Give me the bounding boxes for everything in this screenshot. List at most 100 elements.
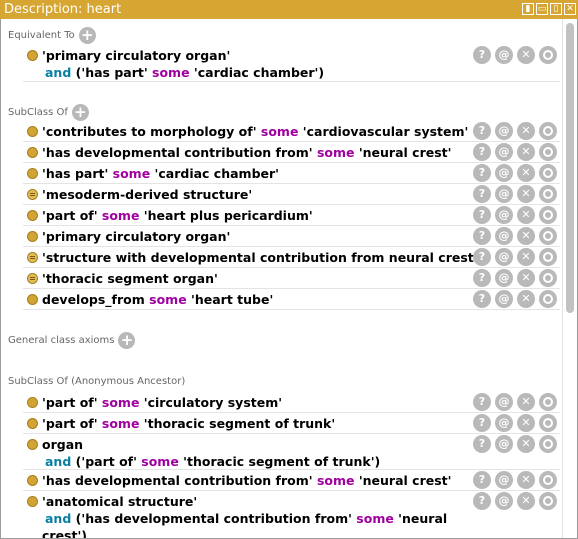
window-title: Description: heart [4,2,122,17]
delete-button[interactable]: ✕ [517,122,535,140]
delete-button[interactable]: ✕ [517,269,535,287]
description-content: Equivalent To + 'primary circulatory org… [1,19,561,538]
edit-button[interactable] [539,393,557,411]
subclass-row[interactable]: 'structure with developmental contributi… [23,247,560,268]
row-actions: ? @ ✕ [473,269,557,287]
delete-button[interactable]: ✕ [517,143,535,161]
help-button[interactable]: ? [473,46,491,64]
annotate-button[interactable]: @ [495,164,513,182]
add-subclass-button[interactable]: + [71,104,89,121]
scrollbar-thumb[interactable] [566,23,574,313]
add-general-axiom-button[interactable]: + [118,332,136,349]
ancestor-row[interactable]: 'anatomical structure' and ('has developm… [23,491,560,538]
help-button[interactable]: ? [473,143,491,161]
subclass-row[interactable]: 'primary circulatory organ'? @ ✕ [23,226,560,247]
help-button[interactable]: ? [473,393,491,411]
ancestor-row[interactable]: 'part of' some 'circulatory system'? @ ✕ [23,392,560,413]
float-icon[interactable]: ▭ [536,3,548,15]
delete-button[interactable]: ✕ [517,435,535,453]
delete-button[interactable]: ✕ [517,492,535,510]
row-actions: ? @ ✕ [473,185,557,203]
dock-icon[interactable]: ▮ [522,3,534,15]
annotate-button[interactable]: @ [495,122,513,140]
row-text: 'contributes to morphology of' some 'car… [42,124,469,139]
annotate-button[interactable]: @ [495,185,513,203]
annotate-button[interactable]: @ [495,471,513,489]
edit-button[interactable] [539,122,557,140]
edit-button[interactable] [539,46,557,64]
annotate-button[interactable]: @ [495,393,513,411]
annotate-button[interactable]: @ [495,492,513,510]
subclass-row[interactable]: 'part of' some 'heart plus pericardium'?… [23,205,560,226]
class-bullet-icon [27,147,38,158]
edit-button[interactable] [539,435,557,453]
delete-button[interactable]: ✕ [517,46,535,64]
help-button[interactable]: ? [473,414,491,432]
row-text-line2: and ('has part' some 'cardiac chamber') [45,65,325,80]
subclass-row[interactable]: 'thoracic segment organ'? @ ✕ [23,268,560,289]
delete-button[interactable]: ✕ [517,206,535,224]
section-label: Equivalent To [8,30,75,41]
row-actions: ? @ ✕ [473,122,557,140]
edit-button[interactable] [539,164,557,182]
edit-button[interactable] [539,492,557,510]
delete-button[interactable]: ✕ [517,248,535,266]
delete-button[interactable]: ✕ [517,290,535,308]
edit-button[interactable] [539,471,557,489]
annotate-button[interactable]: @ [495,414,513,432]
ancestor-row[interactable]: 'has developmental contribution from' so… [23,470,560,491]
maximize-icon[interactable]: ▯ [550,3,562,15]
add-equivalent-button[interactable]: + [78,27,96,44]
annotate-button[interactable]: @ [495,248,513,266]
description-panel: Equivalent To + 'primary circulatory org… [0,19,578,539]
close-icon[interactable]: ✕ [564,3,576,15]
section-label: SubClass Of [8,107,68,118]
subclass-row[interactable]: 'mesoderm-derived structure'? @ ✕ [23,184,560,205]
ancestor-row[interactable]: 'part of' some 'thoracic segment of trun… [23,413,560,434]
edit-button[interactable] [539,227,557,245]
edit-button[interactable] [539,143,557,161]
help-button[interactable]: ? [473,185,491,203]
annotate-button[interactable]: @ [495,46,513,64]
delete-button[interactable]: ✕ [517,164,535,182]
subclass-row[interactable]: 'has part' some 'cardiac chamber'? @ ✕ [23,163,560,184]
delete-button[interactable]: ✕ [517,227,535,245]
help-button[interactable]: ? [473,206,491,224]
ancestor-row[interactable]: organ and ('part of' some 'thoracic segme… [23,434,560,470]
help-button[interactable]: ? [473,492,491,510]
row-text: organ [42,437,84,452]
row-text: 'part of' some 'circulatory system' [42,395,283,410]
help-button[interactable]: ? [473,164,491,182]
class-bullet-icon [27,496,38,507]
edit-button[interactable] [539,414,557,432]
edit-button[interactable] [539,290,557,308]
annotate-button[interactable]: @ [495,227,513,245]
help-button[interactable]: ? [473,269,491,287]
edit-button[interactable] [539,248,557,266]
help-button[interactable]: ? [473,248,491,266]
row-text: 'thoracic segment organ' [42,271,218,286]
delete-button[interactable]: ✕ [517,393,535,411]
class-bullet-icon [27,294,38,305]
subclass-row[interactable]: 'has developmental contribution from' so… [23,142,560,163]
annotate-button[interactable]: @ [495,206,513,224]
vertical-scrollbar[interactable] [562,19,577,538]
help-button[interactable]: ? [473,435,491,453]
edit-button[interactable] [539,206,557,224]
delete-button[interactable]: ✕ [517,471,535,489]
help-button[interactable]: ? [473,290,491,308]
annotate-button[interactable]: @ [495,290,513,308]
help-button[interactable]: ? [473,227,491,245]
annotate-button[interactable]: @ [495,269,513,287]
subclass-row[interactable]: develops_from some 'heart tube'? @ ✕ [23,289,560,310]
edit-button[interactable] [539,269,557,287]
help-button[interactable]: ? [473,471,491,489]
delete-button[interactable]: ✕ [517,185,535,203]
annotate-button[interactable]: @ [495,143,513,161]
equivalent-row[interactable]: 'primary circulatory organ' and ('has pa… [23,45,560,82]
edit-button[interactable] [539,185,557,203]
delete-button[interactable]: ✕ [517,414,535,432]
subclass-row[interactable]: 'contributes to morphology of' some 'car… [23,121,560,142]
help-button[interactable]: ? [473,122,491,140]
annotate-button[interactable]: @ [495,435,513,453]
